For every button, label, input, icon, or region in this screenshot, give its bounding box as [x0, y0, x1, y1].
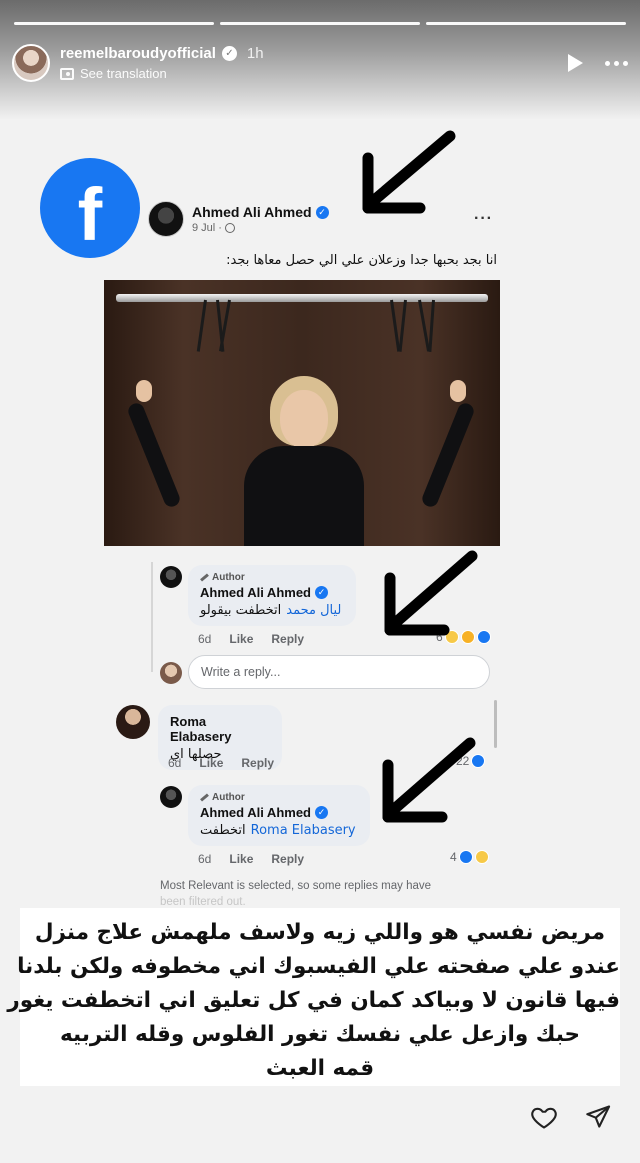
post-caption: انا بجد بحبها جدا وزعلان علي الي حصل معا…	[226, 253, 497, 268]
reply-thread-line	[151, 562, 153, 672]
story-avatar[interactable]	[12, 44, 50, 82]
post-date: 9 Jul ·	[192, 222, 222, 234]
like-reaction-icon	[458, 850, 473, 864]
see-translation-label: See translation	[80, 66, 167, 81]
post-author-name: Ahmed Ali Ahmed	[192, 204, 312, 220]
comment-avatar	[160, 566, 182, 588]
progress-segment	[220, 22, 420, 25]
comment-author: Ahmed Ali Ahmed ✓	[200, 805, 358, 820]
left-arm	[125, 401, 183, 509]
pen-icon	[200, 793, 209, 802]
comment-body: اتخطفت بيقولو	[200, 603, 282, 618]
comment-time: 6d	[198, 852, 212, 866]
post-author-block: Ahmed Ali Ahmed ✓ 9 Jul ·	[192, 204, 329, 234]
overlay-line: حبك وازعل علي نفسك تغور الفلوس وقله التر…	[60, 1022, 580, 1047]
comment-time: 6d	[198, 632, 212, 646]
fb-verified-icon: ✓	[315, 806, 328, 819]
verified-icon: ✓	[221, 46, 237, 61]
comment-body: اتخطفت	[200, 823, 246, 838]
comment-avatar	[116, 705, 150, 739]
reply-button: Reply	[271, 632, 305, 646]
progress-segment	[426, 22, 626, 25]
comment-text: Roma Elabasery اتخطفت	[200, 823, 358, 838]
story-header: reemelbaroudyofficial ✓ 1h See translati…	[12, 38, 628, 88]
like-button: Like	[229, 852, 254, 866]
post-author-line: Ahmed Ali Ahmed ✓	[192, 204, 329, 220]
haha-reaction-icon	[474, 850, 489, 864]
facebook-logo-letter: f	[77, 173, 103, 256]
like-button: Like	[229, 632, 254, 646]
heart-icon[interactable]	[530, 1103, 558, 1131]
comment-author-name: Roma Elabasery	[170, 714, 232, 744]
overlay-line: عندو علي صفحته علي الفيسبوك اني مخطوفه و…	[17, 954, 620, 979]
hanger	[428, 299, 435, 352]
comment-actions: 6d Like Reply	[198, 852, 304, 866]
author-badge-label: Author	[212, 572, 245, 583]
hanger	[398, 299, 407, 352]
comment-author: Roma Elabasery	[170, 714, 270, 744]
filter-footnote-cut: been filtered out.	[160, 896, 246, 908]
comment-time: 6d	[168, 756, 182, 770]
see-translation-button[interactable]: See translation	[60, 66, 264, 81]
more-icon[interactable]	[605, 60, 628, 66]
author-badge: Author	[200, 792, 358, 803]
post-photo	[104, 280, 500, 546]
facebook-logo: f	[40, 158, 140, 258]
comment-author: Ahmed Ali Ahmed ✓	[200, 585, 344, 600]
post-more-icon: ···	[474, 210, 493, 227]
comment-text: ليال محمد اتخطفت بيقولو	[200, 603, 344, 618]
comment-actions: 6d Like Reply	[168, 756, 274, 770]
story-actions	[568, 54, 628, 72]
comment-tag: Roma Elabasery	[250, 823, 356, 838]
fb-verified-icon: ✓	[315, 586, 328, 599]
write-reply-input: Write a reply...	[188, 655, 490, 689]
pen-icon	[200, 573, 209, 582]
progress-segment	[14, 22, 214, 25]
like-button: Like	[199, 756, 224, 770]
play-icon[interactable]	[568, 54, 583, 72]
comment-avatar	[160, 786, 182, 808]
comment-reactions: 4	[450, 850, 489, 864]
scrollbar	[494, 700, 497, 748]
author-badge-label: Author	[212, 792, 245, 803]
overlay-line: قمه العبث	[265, 1056, 375, 1081]
reply-button: Reply	[271, 852, 305, 866]
story-meta: reemelbaroudyofficial ✓ 1h See translati…	[60, 45, 264, 81]
fb-verified-icon: ✓	[315, 205, 329, 219]
story-progress-bar	[14, 22, 626, 25]
post-author-avatar	[148, 201, 184, 237]
overlay-line: فيها قانون لا وبياكد كمان في كل تعليق ان…	[7, 988, 620, 1013]
comment-bubble: Author Ahmed Ali Ahmed ✓ Roma Elabasery ات…	[188, 785, 370, 846]
post-date-line: 9 Jul ·	[192, 222, 329, 234]
comment-actions: 6d Like Reply	[198, 632, 304, 646]
story-username[interactable]: reemelbaroudyofficial	[60, 45, 216, 62]
reaction-count: 4	[450, 850, 457, 864]
overlay-line: مريض نفسي هو واللي زيه ولاسف ملهمش علاج …	[34, 920, 606, 945]
comment-bubble: Author Ahmed Ali Ahmed ✓ ليال محمد اتخطفت …	[188, 565, 356, 626]
photo-person	[244, 376, 364, 546]
story-footer-actions	[530, 1103, 612, 1131]
left-hand	[136, 380, 152, 402]
arrow-icon	[382, 737, 476, 823]
story-text-overlay: مريض نفسي هو واللي زيه ولاسف ملهمش علاج …	[7, 908, 620, 1086]
reply-button: Reply	[241, 756, 275, 770]
arrow-icon	[384, 550, 478, 636]
story-time: 1h	[246, 45, 264, 62]
hanger	[196, 299, 207, 352]
right-hand	[450, 380, 466, 402]
story-user-line: reemelbaroudyofficial ✓ 1h	[60, 45, 264, 62]
author-badge: Author	[200, 572, 344, 583]
comment-author-name: Ahmed Ali Ahmed	[200, 805, 311, 820]
comment-tag: ليال محمد	[286, 603, 342, 618]
send-icon[interactable]	[584, 1103, 612, 1131]
filter-footnote: Most Relevant is selected, so some repli…	[160, 880, 432, 892]
comment-author-name: Ahmed Ali Ahmed	[200, 585, 311, 600]
arrow-icon	[362, 130, 456, 214]
reply-avatar	[160, 662, 182, 684]
translate-icon	[60, 67, 74, 80]
right-arm	[419, 401, 477, 509]
globe-icon	[224, 223, 235, 233]
